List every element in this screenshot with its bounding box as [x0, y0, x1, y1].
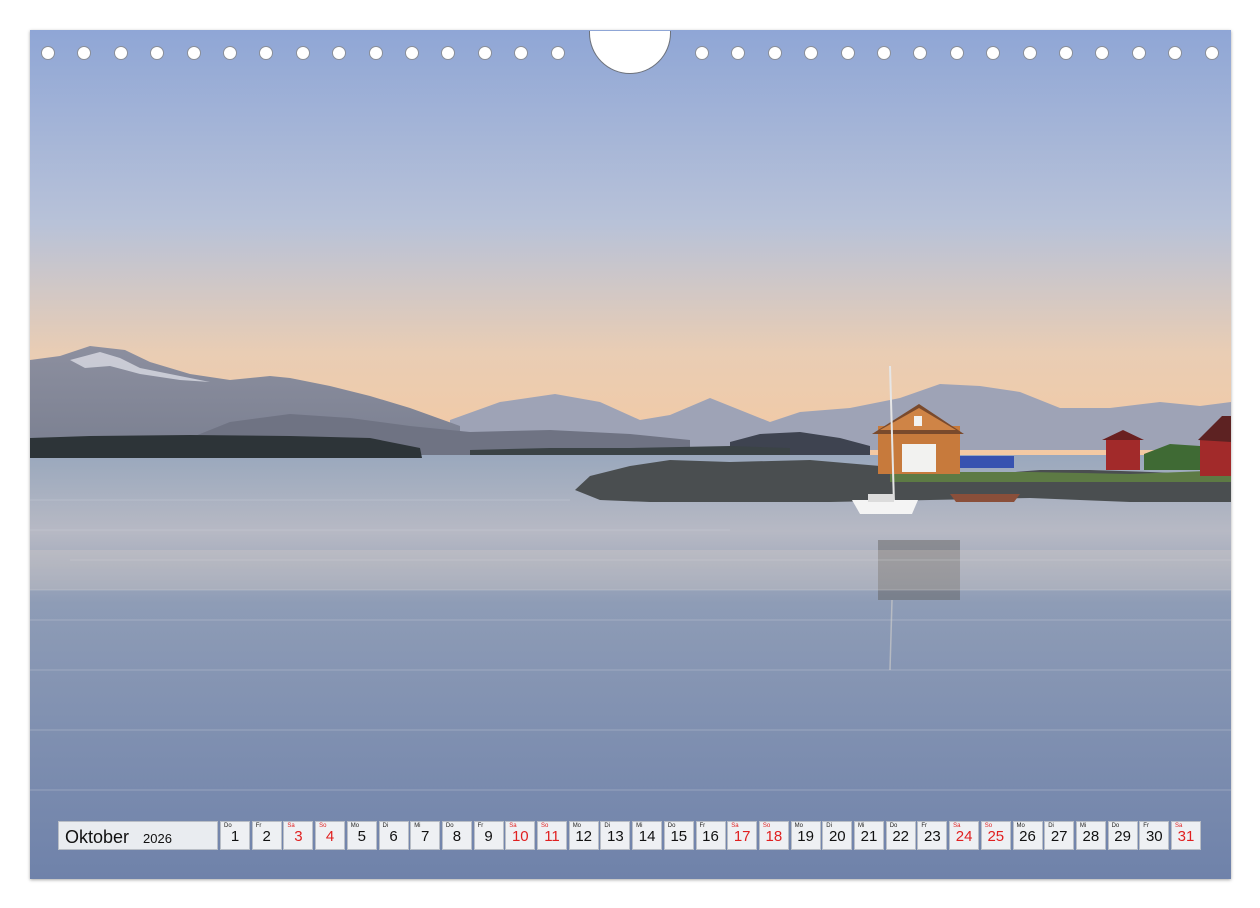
- day-number: 17: [733, 828, 751, 845]
- month-name: Oktober: [65, 827, 130, 847]
- day-cell: Di 27: [1044, 821, 1075, 850]
- day-cell: Sa 3: [283, 821, 314, 850]
- day-cell: Do 8: [441, 821, 472, 850]
- day-cell: Do 1: [220, 821, 250, 850]
- day-cell: Di 20: [822, 821, 853, 850]
- day-cell: Fr 23: [917, 821, 948, 850]
- day-number: 16: [702, 828, 719, 845]
- day-cell: Sa 17: [727, 821, 758, 850]
- day-cell: Mo 26: [1012, 821, 1043, 850]
- month-label: Oktober 2026: [58, 821, 218, 850]
- day-number: 3: [294, 828, 303, 845]
- day-cell: Do 29: [1107, 821, 1138, 850]
- day-number: 31: [1177, 828, 1195, 845]
- day-cell: Sa 10: [505, 821, 536, 850]
- day-number: 9: [484, 828, 493, 845]
- day-number: 19: [797, 828, 814, 845]
- day-cell: Mo 19: [790, 821, 821, 850]
- day-number: 4: [325, 828, 335, 845]
- day-number: 23: [924, 828, 941, 845]
- day-number: 30: [1145, 828, 1163, 845]
- day-number: 11: [544, 828, 560, 845]
- day-number: 1: [230, 828, 240, 845]
- month-calendar-strip: Oktober 2026 Do 1 Fr 2 Sa 3 So 4 Mo 5 Di 6 Mi 7 Do 8 Fr 9…: [58, 821, 1202, 850]
- day-cell: Fr 2: [251, 821, 282, 850]
- day-cell: Di 6: [378, 821, 409, 850]
- day-number: 20: [828, 828, 846, 845]
- day-number: 18: [765, 828, 783, 845]
- day-cell: Fr 9: [473, 821, 504, 850]
- day-number: 22: [892, 828, 910, 845]
- day-cell: Sa 24: [949, 821, 980, 850]
- day-cell: Mo 12: [568, 821, 599, 850]
- calendar-page: Oktober 2026 Do 1 Fr 2 Sa 3 So 4 Mo 5 Di 6 Mi 7 Do 8 Fr 9…: [0, 0, 1260, 908]
- day-cell: So 18: [758, 821, 789, 850]
- day-number: 10: [511, 828, 529, 845]
- day-cell: Do 15: [663, 821, 694, 850]
- day-number: 7: [421, 828, 430, 845]
- day-number: 27: [1050, 828, 1068, 845]
- day-number: 24: [955, 828, 973, 845]
- blue-container: [960, 456, 1014, 468]
- day-cell: Mi 7: [410, 821, 441, 850]
- fjord-scene: [30, 30, 1231, 879]
- treeline-left: [30, 435, 422, 458]
- day-number: 6: [389, 828, 398, 845]
- day-number: 15: [670, 828, 688, 845]
- day-number: 29: [1114, 828, 1131, 845]
- day-cell: Di 13: [600, 821, 631, 850]
- day-cell: So 4: [315, 821, 346, 850]
- day-number: 13: [607, 828, 624, 845]
- day-number: 28: [1082, 828, 1100, 845]
- day-cell: Mi 14: [632, 821, 663, 850]
- day-number: 8: [452, 828, 462, 845]
- day-number: 12: [575, 828, 593, 845]
- day-cell: Mo 5: [346, 821, 377, 850]
- landscape-photo: [30, 30, 1231, 879]
- day-cell: Sa 31: [1171, 821, 1201, 850]
- water: [30, 455, 1231, 879]
- day-cell: Fr 16: [695, 821, 726, 850]
- rowboat: [950, 494, 1020, 502]
- day-cell: Fr 30: [1139, 821, 1170, 850]
- day-cell: Mi 21: [854, 821, 884, 850]
- day-number: 26: [1019, 828, 1036, 845]
- day-number: 25: [987, 828, 1005, 845]
- day-number: 21: [860, 828, 878, 845]
- day-number: 5: [357, 828, 366, 845]
- day-cell: So 25: [980, 821, 1011, 850]
- day-cell: Do 22: [885, 821, 916, 850]
- day-cell: Mi 28: [1075, 821, 1106, 850]
- water-light-band: [30, 550, 1231, 590]
- day-number: 14: [638, 828, 656, 845]
- day-cell: So 11: [537, 821, 567, 850]
- month-year: 2026: [143, 831, 172, 846]
- day-number: 2: [262, 828, 271, 845]
